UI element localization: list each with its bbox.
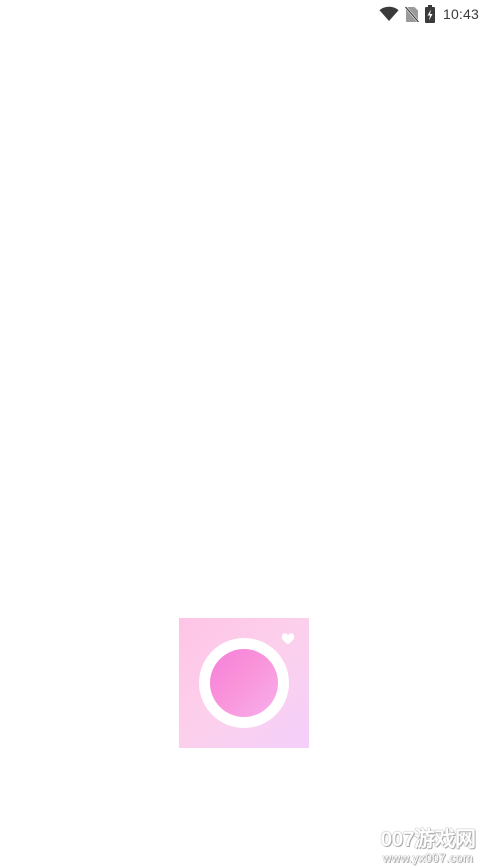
wifi-icon	[379, 6, 399, 22]
no-sim-icon	[404, 5, 419, 23]
heart-icon	[281, 633, 295, 645]
watermark-url: www.yx007.com	[382, 851, 474, 865]
camera-lens-icon	[210, 649, 278, 717]
status-icons: 10:43	[379, 4, 479, 24]
status-time: 10:43	[442, 6, 479, 22]
app-logo	[179, 618, 309, 748]
watermark-title: 007游戏网	[380, 828, 476, 851]
watermark: 007游戏网 www.yx007.com	[372, 828, 484, 866]
battery-charging-icon	[424, 5, 435, 23]
status-bar: 10:43	[0, 0, 488, 28]
splash-screen: 10:43 007游戏网 www.yx007.com	[0, 0, 488, 867]
camera-ring-icon	[199, 638, 289, 728]
